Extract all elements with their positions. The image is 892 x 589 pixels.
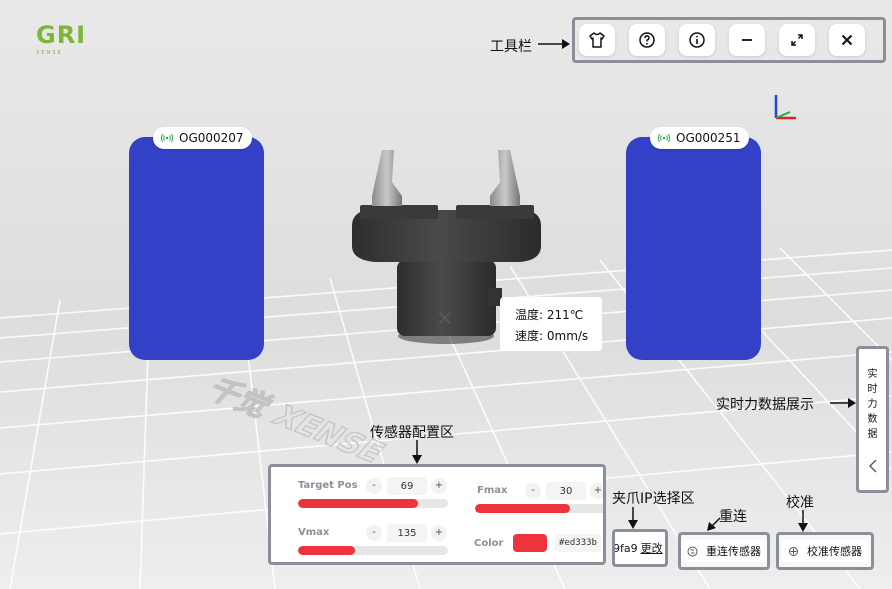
- annotation-calibrate: 校准: [786, 495, 814, 511]
- vmax-decrement[interactable]: -: [366, 525, 382, 541]
- info-button[interactable]: [679, 24, 715, 56]
- help-icon: [639, 32, 655, 48]
- fullscreen-button[interactable]: [779, 24, 815, 56]
- tab-char: 据: [867, 429, 878, 440]
- vmax-slider[interactable]: [298, 546, 448, 555]
- target-pos-decrement[interactable]: -: [366, 478, 382, 494]
- tab-char: 力: [867, 399, 878, 410]
- annotation-sensor-config: 传感器配置区: [370, 425, 454, 441]
- wireless-icon: [658, 133, 670, 143]
- arrow-down-icon: [707, 517, 721, 531]
- gripper-ip-selector: 9fa9 更改: [612, 529, 668, 567]
- target-pos-value[interactable]: 69: [387, 477, 427, 495]
- vmax-label: Vmax: [298, 527, 330, 538]
- chevron-left-icon[interactable]: [868, 459, 878, 473]
- arrow-right-icon: [830, 398, 856, 408]
- sensor-id-right: OG000251: [676, 131, 741, 145]
- annotation-realtime: 实时力数据展示: [716, 397, 814, 413]
- app-logo: GRI XENSE: [36, 22, 86, 56]
- realtime-force-tab[interactable]: 实 时 力 数 据: [856, 346, 889, 493]
- target-pos-label: Target Pos: [298, 480, 358, 491]
- calibrate-sensor-button[interactable]: 校准传感器: [782, 540, 868, 562]
- calibrate-box: 校准传感器: [776, 532, 874, 570]
- arrow-down-icon: [628, 507, 638, 529]
- close-button[interactable]: [829, 24, 865, 56]
- color-swatch[interactable]: [513, 534, 547, 552]
- reconnect-sensor-button[interactable]: 重连传感器: [681, 540, 767, 562]
- sensor-panel-right[interactable]: [626, 137, 761, 360]
- target-pos-slider[interactable]: [298, 499, 448, 508]
- reconnect-sensor-label: 重连传感器: [706, 545, 761, 558]
- logo-mark: GRI: [36, 21, 87, 49]
- toolbar: [572, 17, 886, 63]
- shirt-icon: [589, 32, 605, 48]
- fmax-decrement[interactable]: -: [525, 483, 541, 499]
- help-button[interactable]: [629, 24, 665, 56]
- minimize-icon: [742, 39, 752, 41]
- sensor-tag-right: OG000251: [650, 127, 749, 149]
- arrow-down-icon: [798, 510, 808, 532]
- calibrate-sensor-label: 校准传感器: [807, 545, 862, 558]
- reconnect-box: 重连传感器: [678, 532, 770, 570]
- vmax-slider-fill: [298, 546, 355, 555]
- target-pos-slider-fill: [298, 499, 418, 508]
- info-icon: [689, 32, 705, 48]
- sensor-config-panel: Target Pos - 69 + Fmax - 30 + Vmax - 135…: [268, 464, 606, 565]
- minimize-button[interactable]: [729, 24, 765, 56]
- vmax-value[interactable]: 135: [387, 524, 427, 542]
- arrow-down-icon: [412, 440, 422, 464]
- speed-label: 速度:: [515, 329, 544, 343]
- realtime-tab-label: 实 时 力 数 据: [859, 367, 886, 442]
- reconnect-icon: [687, 546, 698, 556]
- theme-button[interactable]: [579, 24, 615, 56]
- target-icon: [789, 546, 798, 556]
- vmax-increment[interactable]: +: [431, 525, 447, 541]
- gripper-status-card: 温度: 211℃ 速度: 0mm/s: [500, 297, 602, 351]
- close-icon: [841, 34, 853, 46]
- tab-char: 时: [867, 384, 878, 395]
- temperature-value: 211℃: [546, 308, 584, 322]
- target-pos-increment[interactable]: +: [431, 478, 447, 494]
- wireless-icon: [161, 133, 173, 143]
- fmax-value[interactable]: 30: [546, 482, 586, 500]
- tab-char: 实: [867, 369, 878, 380]
- fullscreen-icon: [791, 34, 803, 46]
- color-label: Color: [474, 538, 504, 549]
- fmax-label: Fmax: [477, 485, 508, 496]
- logo-subtext: XENSE: [36, 50, 63, 56]
- tab-char: 数: [867, 414, 878, 425]
- sensor-panel-left[interactable]: [129, 137, 264, 360]
- speed-value: 0mm/s: [546, 329, 589, 343]
- sensor-id-left: OG000207: [179, 131, 244, 145]
- sensor-tag-left: OG000207: [153, 127, 252, 149]
- color-hex-value[interactable]: #ed333b: [555, 534, 601, 552]
- fmax-increment[interactable]: +: [590, 483, 603, 499]
- annotation-toolbar: 工具栏: [490, 39, 532, 55]
- gripper-ip-value: 9fa9: [613, 541, 638, 555]
- fmax-slider[interactable]: [475, 504, 603, 513]
- arrow-right-icon: [538, 39, 570, 49]
- fmax-slider-fill: [475, 504, 571, 513]
- temperature-label: 温度:: [515, 308, 544, 322]
- annotation-ip-select: 夹爪IP选择区: [612, 491, 695, 507]
- change-ip-link[interactable]: 更改: [641, 540, 663, 556]
